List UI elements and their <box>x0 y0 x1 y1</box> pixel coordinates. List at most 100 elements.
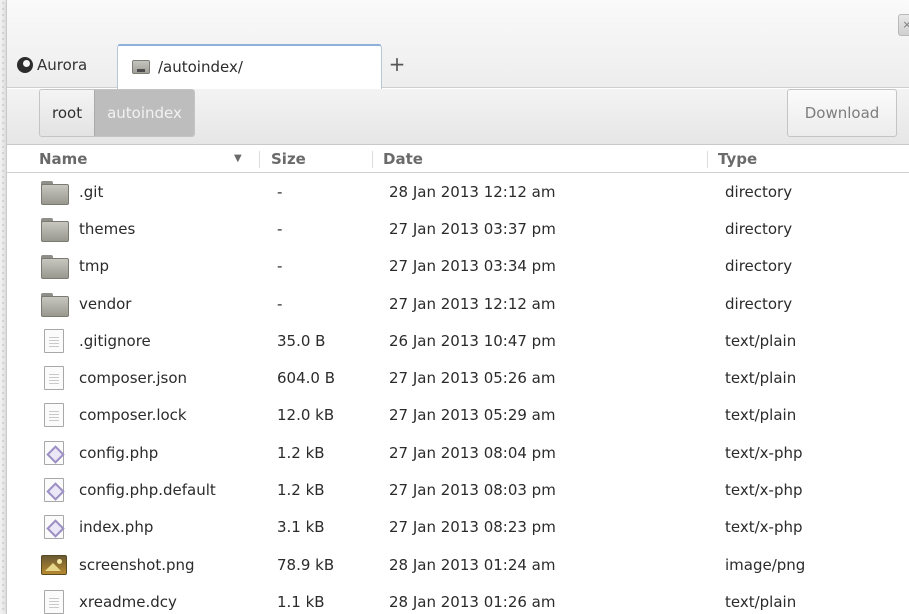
php-file-icon <box>44 515 64 540</box>
file-name-cell[interactable]: .git <box>41 180 103 205</box>
file-name[interactable]: vendor <box>79 295 131 313</box>
file-name-cell[interactable]: themes <box>41 217 135 242</box>
download-button[interactable]: Download <box>787 89 897 137</box>
tab-autoindex[interactable]: /autoindex/ <box>117 44 382 89</box>
browser-window: × Aurora /autoindex/ + root autoindex Do… <box>6 0 909 614</box>
tab-label: /autoindex/ <box>158 58 243 76</box>
tab-bar: × Aurora /autoindex/ + <box>7 0 909 89</box>
file-type: text/x-php <box>725 481 803 500</box>
aurora-logo-icon <box>17 57 33 73</box>
table-row[interactable]: config.php 1.2 kB 27 Jan 2013 08:04 pm text… <box>7 434 909 471</box>
file-name[interactable]: screenshot.png <box>79 556 195 574</box>
file-name[interactable]: index.php <box>79 518 153 536</box>
file-size: - <box>277 294 283 313</box>
file-name-cell[interactable]: screenshot.png <box>41 554 195 575</box>
sort-desc-icon[interactable]: ▼ <box>234 153 242 164</box>
file-name-cell[interactable]: composer.json <box>41 366 187 391</box>
file-name[interactable]: config.php.default <box>79 481 216 499</box>
file-name-cell[interactable]: .gitignore <box>41 328 151 353</box>
file-name[interactable]: tmp <box>79 257 109 275</box>
folder-icon <box>41 217 69 242</box>
file-date: 27 Jan 2013 03:37 pm <box>389 219 556 238</box>
brand[interactable]: Aurora <box>17 54 87 76</box>
file-name[interactable]: composer.lock <box>79 406 187 424</box>
breadcrumb-current[interactable]: autoindex <box>94 90 194 136</box>
toolbar: root autoindex Download <box>7 89 909 145</box>
file-size: 1.2 kB <box>277 443 325 462</box>
file-type: text/plain <box>725 592 797 611</box>
file-date: 28 Jan 2013 01:24 am <box>389 555 556 574</box>
column-header-date[interactable]: Date <box>383 150 423 168</box>
text-file-icon <box>44 403 64 428</box>
file-date: 27 Jan 2013 08:23 pm <box>389 518 556 537</box>
text-file-icon <box>44 589 64 614</box>
file-type: text/plain <box>725 406 797 425</box>
table-row[interactable]: composer.json 604.0 B 27 Jan 2013 05:26 am… <box>7 359 909 396</box>
file-name-cell[interactable]: config.php <box>41 440 158 465</box>
file-name-cell[interactable]: index.php <box>41 515 153 540</box>
file-name-cell[interactable]: xreadme.dcy <box>41 589 177 614</box>
file-type: text/plain <box>725 369 797 388</box>
new-tab-button[interactable]: + <box>387 54 407 76</box>
file-date: 27 Jan 2013 05:29 am <box>389 406 556 425</box>
file-date: 27 Jan 2013 05:26 am <box>389 369 556 388</box>
file-size: - <box>277 257 283 276</box>
file-size: - <box>277 219 283 238</box>
text-file-icon <box>44 328 64 353</box>
file-name[interactable]: composer.json <box>79 369 187 387</box>
file-type: text/plain <box>725 331 797 350</box>
php-file-icon <box>44 478 64 503</box>
file-type: directory <box>725 182 793 201</box>
file-name-cell[interactable]: composer.lock <box>41 403 187 428</box>
file-name[interactable]: themes <box>79 220 135 238</box>
file-type: directory <box>725 257 793 276</box>
file-table: Name ▼ Size Date Type .git - 28 Jan 2013 1… <box>7 146 909 614</box>
file-date: 27 Jan 2013 08:04 pm <box>389 443 556 462</box>
file-size: 1.1 kB <box>277 592 325 611</box>
folder-icon <box>132 60 150 74</box>
column-divider[interactable] <box>707 151 708 168</box>
file-size: - <box>277 182 283 201</box>
file-name-cell[interactable]: config.php.default <box>41 478 216 503</box>
file-name[interactable]: xreadme.dcy <box>79 593 177 611</box>
column-header-size[interactable]: Size <box>271 150 306 168</box>
table-row[interactable]: composer.lock 12.0 kB 27 Jan 2013 05:29 am… <box>7 397 909 434</box>
file-type: directory <box>725 219 793 238</box>
table-row[interactable]: xreadme.dcy 1.1 kB 28 Jan 2013 01:26 am tex… <box>7 583 909 614</box>
folder-icon <box>41 255 69 280</box>
file-type: text/x-php <box>725 443 803 462</box>
file-type: text/x-php <box>725 518 803 537</box>
file-size: 35.0 B <box>277 331 326 350</box>
breadcrumb-root[interactable]: root <box>40 90 95 136</box>
brand-name: Aurora <box>37 56 88 74</box>
table-row[interactable]: tmp - 27 Jan 2013 03:34 pm directory <box>7 248 909 285</box>
table-row[interactable]: vendor - 27 Jan 2013 12:12 am directory <box>7 285 909 322</box>
folder-icon <box>41 180 69 205</box>
column-divider[interactable] <box>372 151 373 168</box>
table-row[interactable]: .git - 28 Jan 2013 12:12 am directory <box>7 173 909 210</box>
file-size: 604.0 B <box>277 369 336 388</box>
column-header-name[interactable]: Name <box>39 150 87 168</box>
file-size: 1.2 kB <box>277 481 325 500</box>
text-file-icon <box>44 366 64 391</box>
file-name-cell[interactable]: vendor <box>41 292 131 317</box>
file-name[interactable]: .git <box>79 183 103 201</box>
file-name-cell[interactable]: tmp <box>41 255 109 280</box>
file-type: directory <box>725 294 793 313</box>
window-close-button[interactable]: × <box>898 14 909 36</box>
column-divider[interactable] <box>259 151 260 168</box>
file-date: 27 Jan 2013 12:12 am <box>389 294 556 313</box>
table-body: .git -28 Jan 2013 12:12 am directory themes… <box>7 173 909 614</box>
file-date: 28 Jan 2013 01:26 am <box>389 592 556 611</box>
column-header-type[interactable]: Type <box>718 150 757 168</box>
table-row[interactable]: config.php.default 1.2 kB 27 Jan 2013 08:0… <box>7 471 909 508</box>
file-name[interactable]: config.php <box>79 444 158 462</box>
table-row[interactable]: index.php 3.1 kB 27 Jan 2013 08:23 pm text/… <box>7 509 909 546</box>
file-name[interactable]: .gitignore <box>79 332 151 350</box>
file-type: image/png <box>725 555 806 574</box>
table-row[interactable]: .gitignore 35.0 B 26 Jan 2013 10:47 pm text… <box>7 322 909 359</box>
image-file-icon <box>41 554 67 575</box>
table-row[interactable]: screenshot.png 78.9 kB 28 Jan 2013 01:24 a… <box>7 546 909 583</box>
table-row[interactable]: themes - 27 Jan 2013 03:37 pm directory <box>7 210 909 247</box>
file-date: 28 Jan 2013 12:12 am <box>389 182 556 201</box>
